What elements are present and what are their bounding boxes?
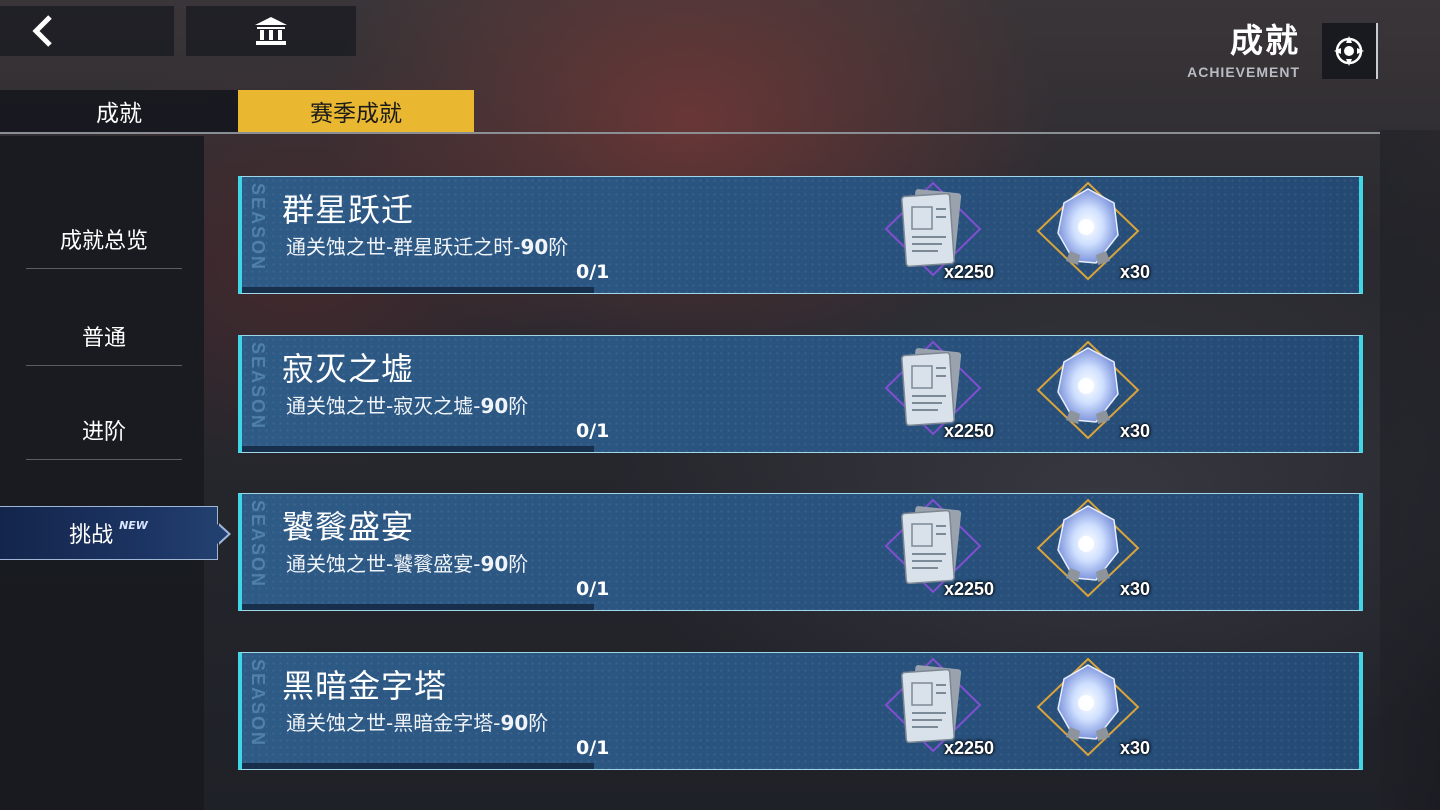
back-arrow-icon: [32, 15, 52, 47]
achievement-card[interactable]: SEASON 群星跃迁 通关蚀之世-群星跃迁之时-90阶 0/1 x2250 x…: [238, 176, 1363, 294]
reward-item[interactable]: x30: [1034, 340, 1150, 450]
achievement-description: 通关蚀之世-黑暗金字塔-90阶: [286, 711, 549, 735]
sidebar-item-label: 普通: [81, 325, 126, 351]
progress-text: 0/1: [576, 737, 610, 759]
achievement-description: 通关蚀之世-群星跃迁之时-90阶: [286, 235, 569, 259]
card-decoration: SEASON: [248, 500, 268, 589]
page-subtitle: ACHIEVEMENT: [1187, 64, 1300, 80]
reward-count: x2250: [943, 738, 994, 758]
progress-bar: [242, 446, 594, 452]
progress-text: 0/1: [576, 578, 610, 600]
achievement-card[interactable]: SEASON 饕餮盛宴 通关蚀之世-饕餮盛宴-90阶 0/1 x2250 x30: [238, 493, 1363, 611]
card-decoration: SEASON: [248, 659, 268, 748]
progress-text: 0/1: [576, 420, 610, 442]
reward-item[interactable]: x30: [1034, 181, 1150, 291]
reward-count: x30: [1119, 738, 1150, 758]
sidebar-item-challenge[interactable]: 挑战 NEW: [0, 506, 231, 560]
reward-item[interactable]: x2250: [878, 181, 994, 291]
achievement-description: 通关蚀之世-寂灭之墟-90阶: [286, 394, 529, 418]
active-pointer-icon: [217, 523, 231, 545]
progress-bar: [242, 604, 594, 610]
reward-item[interactable]: x30: [1034, 498, 1150, 608]
back-button[interactable]: [0, 6, 174, 56]
settings-gear-icon: [1334, 36, 1364, 66]
progress-bar: [242, 287, 594, 293]
sidebar-item-label: 挑战: [69, 523, 114, 548]
card-decoration: SEASON: [248, 342, 268, 431]
achievement-title: 黑暗金字塔: [282, 667, 448, 705]
right-panel-edge: [1380, 130, 1440, 810]
sidebar-item-normal[interactable]: 普通: [26, 306, 182, 366]
sidebar-item-overview[interactable]: 成就总览: [26, 209, 182, 269]
settings-button[interactable]: [1322, 23, 1378, 79]
page-title: 成就: [1230, 21, 1300, 60]
achievement-title: 饕餮盛宴: [282, 508, 415, 546]
reward-count: x2250: [943, 262, 994, 282]
card-decoration: SEASON: [248, 183, 268, 272]
reward-item[interactable]: x2250: [878, 340, 994, 450]
sidebar-item-label: 成就总览: [59, 228, 148, 254]
home-button[interactable]: [186, 6, 356, 56]
reward-count: x30: [1119, 262, 1150, 282]
category-sidebar: 成就总览 普通 进阶 挑战 NEW: [0, 136, 231, 810]
reward-count: x2250: [943, 579, 994, 599]
achievement-description: 通关蚀之世-饕餮盛宴-90阶: [286, 552, 529, 576]
reward-item[interactable]: x2250: [878, 498, 994, 608]
achievement-title: 群星跃迁: [282, 191, 415, 229]
tab-achievements[interactable]: 成就: [0, 90, 238, 132]
achievement-title: 寂灭之墟: [282, 350, 415, 388]
sidebar-item-advanced[interactable]: 进阶: [26, 400, 182, 460]
sidebar-item-label: 进阶: [81, 419, 126, 445]
achievement-card[interactable]: SEASON 黑暗金字塔 通关蚀之世-黑暗金字塔-90阶 0/1 x2250 x…: [238, 652, 1363, 770]
reward-count: x30: [1119, 579, 1150, 599]
tab-bar: 成就 赛季成就: [0, 90, 1380, 134]
tab-season-achievements[interactable]: 赛季成就: [238, 90, 474, 132]
progress-bar: [242, 763, 594, 769]
achievement-card[interactable]: SEASON 寂灭之墟 通关蚀之世-寂灭之墟-90阶 0/1 x2250 x30: [238, 335, 1363, 453]
reward-item[interactable]: x2250: [878, 657, 994, 767]
page-title-block: 成就 ACHIEVEMENT: [1187, 20, 1300, 80]
reward-count: x30: [1119, 421, 1150, 441]
new-badge: NEW: [119, 518, 148, 532]
reward-count: x2250: [943, 421, 994, 441]
reward-item[interactable]: x30: [1034, 657, 1150, 767]
building-icon: [255, 17, 287, 45]
progress-text: 0/1: [576, 261, 610, 283]
